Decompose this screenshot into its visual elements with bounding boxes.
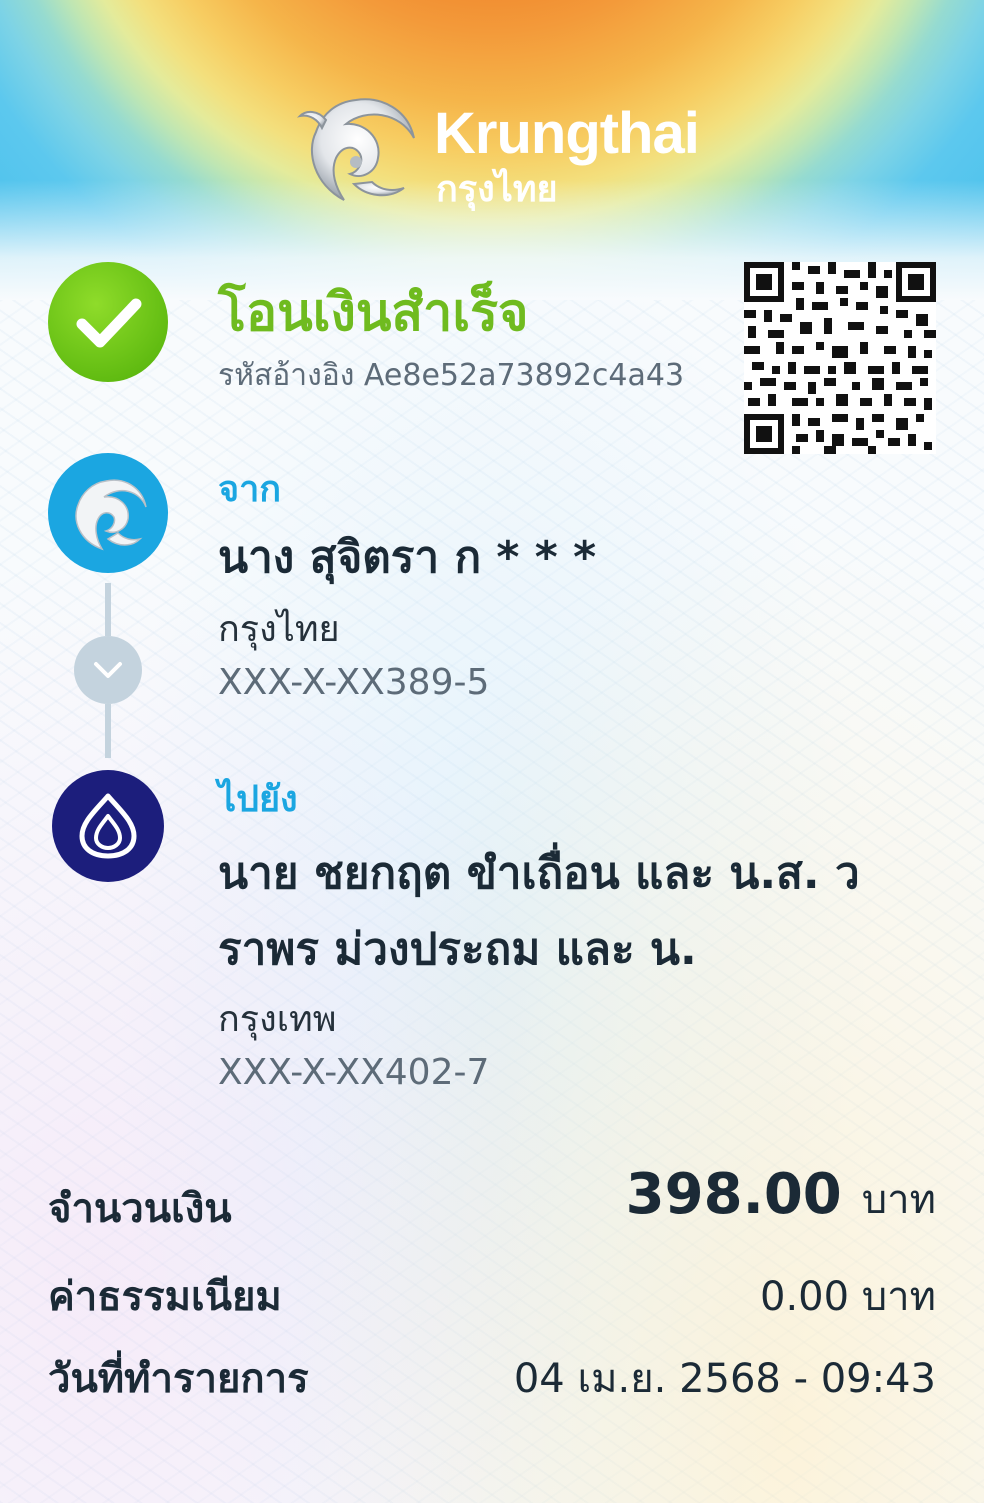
flow-connector-top xyxy=(105,583,111,636)
fee-value: 0.00 บาท xyxy=(760,1274,936,1320)
check-icon xyxy=(76,298,142,348)
success-title: โอนเงินสำเร็จ xyxy=(218,283,529,343)
brand-name-th: กรุงไทย xyxy=(436,169,558,210)
receiver-account-number: XXX-X-XX402-7 xyxy=(218,1052,490,1093)
success-check-icon xyxy=(48,262,168,382)
qr-code-icon[interactable] xyxy=(744,262,936,454)
flow-chevron xyxy=(74,636,142,704)
fee-label: ค่าธรรมเนียม xyxy=(48,1274,282,1320)
krungthai-phoenix-logo-icon xyxy=(296,98,415,201)
sender-bank-name: กรุงไทย xyxy=(218,609,340,650)
date-label: วันที่ทำรายการ xyxy=(48,1356,309,1402)
date-value: 04 เม.ย. 2568 - 09:43 xyxy=(513,1356,936,1402)
amount-value-group: 398.00 บาท xyxy=(626,1162,936,1231)
flow-connector-bottom xyxy=(105,704,111,758)
brand-name-en: Krungthai xyxy=(434,101,700,166)
krungthai-logo-icon xyxy=(75,479,147,551)
receiver-bank-avatar xyxy=(52,770,164,882)
receiver-name-line1: นาย ชยกฤต ขำเถื่อน และ น.ส. ว xyxy=(218,848,860,899)
amount-label: จำนวนเงิน xyxy=(48,1186,232,1232)
slip-header: Krungthai กรุงไทย xyxy=(0,0,984,300)
chevron-down-icon xyxy=(94,662,122,678)
bangkok-bank-logo-icon xyxy=(79,793,137,859)
receiver-label: ไปยัง xyxy=(218,779,298,820)
reference-code: รหัสอ้างอิง Ae8e52a73892c4a43 xyxy=(218,358,685,393)
sender-label: จาก xyxy=(218,469,282,510)
receiver-bank-name: กรุงเทพ xyxy=(218,999,337,1040)
receiver-name-line2: ราพร ม่วงประถม และ น. xyxy=(218,924,697,975)
amount-unit: บาท xyxy=(861,1177,936,1223)
amount-value: 398.00 xyxy=(625,1162,842,1227)
sender-name: นาง สุจิตรา ก * * * xyxy=(218,532,597,583)
sender-bank-avatar xyxy=(48,453,168,573)
sender-account-number: XXX-X-XX389-5 xyxy=(218,662,490,703)
